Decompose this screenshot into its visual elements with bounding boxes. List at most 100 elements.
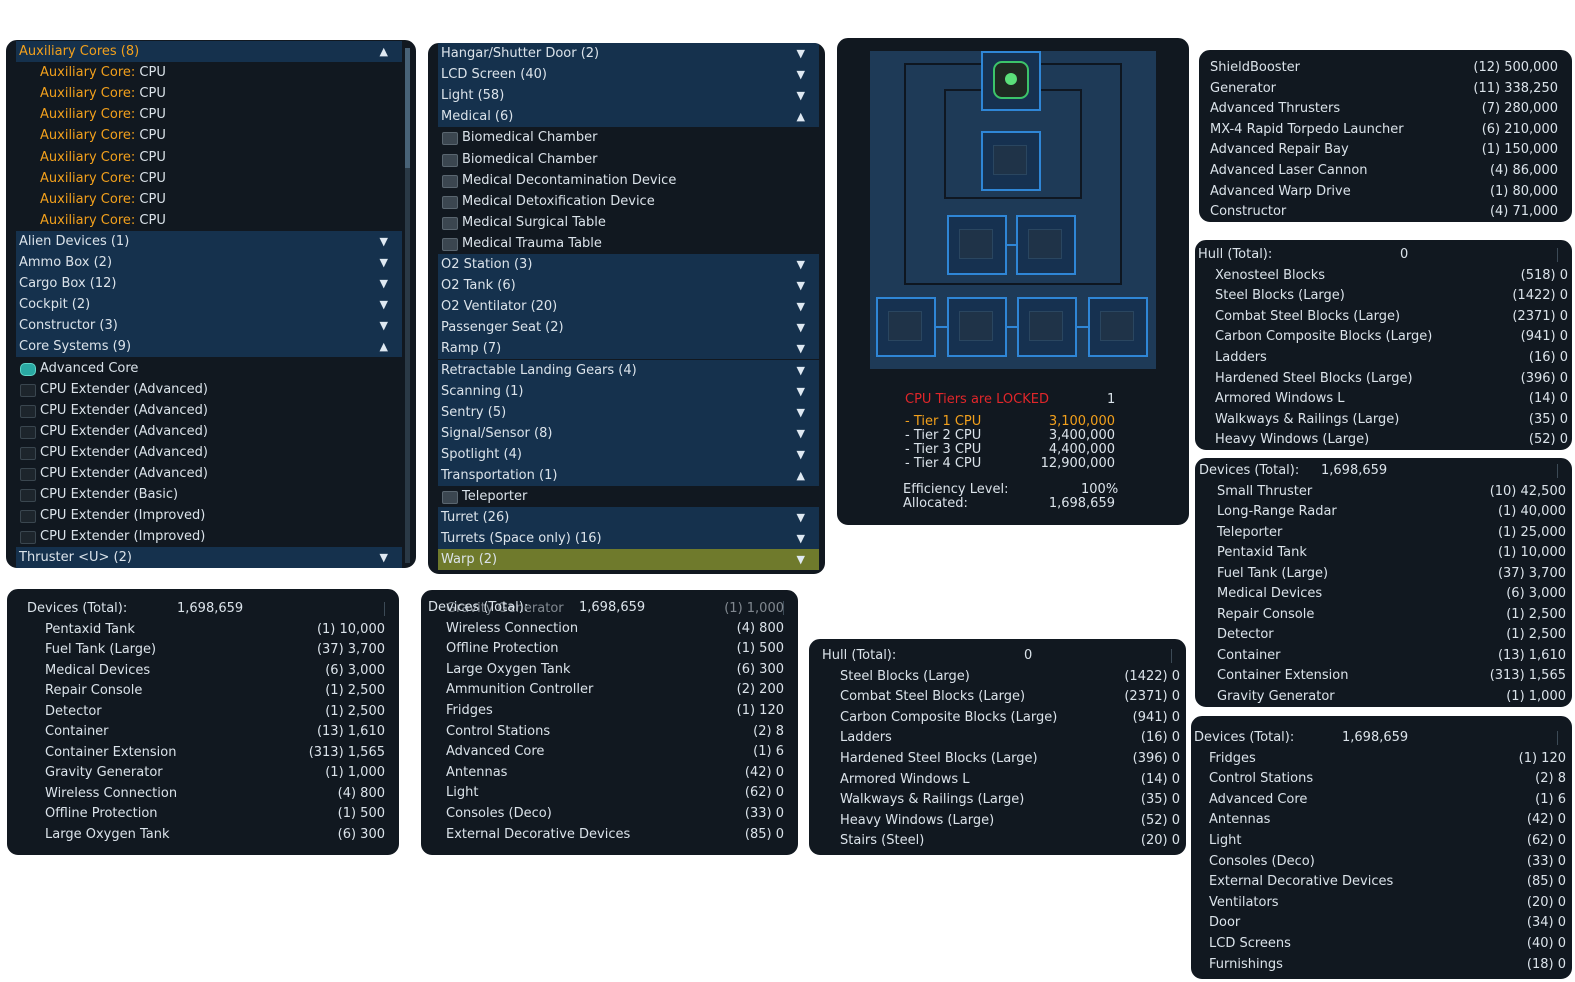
category-row[interactable]: Auxiliary Cores (8) ▲ [16, 41, 402, 62]
category-row[interactable]: Constructor (3) ▼ [16, 315, 402, 337]
expand-arrow-icon[interactable]: ▼ [797, 444, 805, 465]
expand-arrow-icon[interactable]: ▼ [797, 254, 805, 275]
list-item[interactable]: Biomedical Chamber [438, 149, 819, 170]
cpu-slot-tier3-c[interactable] [1017, 297, 1077, 357]
category-row[interactable]: Ramp (7) ▼ [438, 338, 819, 360]
stat-name: Consoles (Deco) [1209, 853, 1315, 869]
category-row[interactable]: Core Systems (9) ▲ [16, 336, 402, 358]
list-item[interactable]: Advanced Core [16, 358, 402, 379]
list-item[interactable]: Auxiliary Core: CPU [16, 125, 402, 146]
device-tree-panel-middle[interactable]: Hangar/Shutter Door (2) ▼ LCD Screen (40) ▼… [425, 40, 828, 577]
cpu-slot-tier2-b[interactable] [1016, 215, 1076, 275]
stat-value: (1) 120 [736, 703, 784, 718]
list-item[interactable]: CPU Extender (Advanced) [16, 400, 402, 421]
category-row[interactable]: Cargo Box (12) ▼ [16, 273, 402, 295]
list-item[interactable]: Teleporter [438, 486, 819, 507]
cpu-slot-grid [870, 51, 1156, 369]
expand-arrow-icon[interactable]: ▼ [797, 402, 805, 423]
category-row[interactable]: Turrets (Space only) (16) ▼ [438, 528, 819, 550]
cpu-core-slot[interactable] [981, 51, 1041, 111]
list-item[interactable]: CPU Extender (Advanced) [16, 421, 402, 442]
scrollbar-thumb[interactable] [405, 48, 410, 168]
device-tree-panel-left[interactable]: Auxiliary Cores (8) ▲ Auxiliary Core: CPU A… [3, 37, 419, 571]
category-row[interactable]: Thruster <U> (2) ▼ [16, 547, 402, 568]
collapse-arrow-icon[interactable]: ▲ [380, 336, 388, 357]
cpu-slot-tier2-a[interactable] [947, 215, 1007, 275]
expand-arrow-icon[interactable]: ▼ [797, 296, 805, 317]
cpu-tier-value: 12,900,000 [1040, 456, 1115, 471]
category-row[interactable]: Signal/Sensor (8) ▼ [438, 422, 819, 444]
expand-arrow-icon[interactable]: ▼ [797, 549, 805, 570]
stat-row: Pentaxid Tank (1) 10,000 [1195, 542, 1572, 563]
expand-arrow-icon[interactable]: ▼ [380, 547, 388, 568]
expand-arrow-icon[interactable]: ▼ [797, 317, 805, 338]
category-row[interactable]: Passenger Seat (2) ▼ [438, 317, 819, 339]
cpu-slot-tier3-d[interactable] [1088, 297, 1148, 357]
stat-name: Container Extension [45, 744, 177, 760]
list-item[interactable]: CPU Extender (Basic) [16, 484, 402, 505]
expand-arrow-icon[interactable]: ▼ [380, 252, 388, 273]
expand-arrow-icon[interactable]: ▼ [797, 43, 805, 64]
category-row[interactable]: Transportation (1) ▲ [438, 465, 819, 486]
category-row[interactable]: Ammo Box (2) ▼ [16, 252, 402, 273]
collapse-arrow-icon[interactable]: ▲ [797, 106, 805, 127]
cpu-slot-tier3-a[interactable] [876, 297, 936, 357]
category-row[interactable]: Scanning (1) ▼ [438, 380, 819, 402]
list-item[interactable]: Biomedical Chamber [438, 127, 819, 148]
list-item[interactable]: CPU Extender (Improved) [16, 526, 402, 547]
category-row[interactable]: Warp (2) ▼ [438, 549, 819, 571]
stat-name: Stairs (Steel) [840, 833, 925, 849]
cpu-slot-tier3-b[interactable] [947, 297, 1007, 357]
category-row[interactable]: Retractable Landing Gears (4) ▼ [438, 359, 819, 381]
stat-name: Container Extension [1217, 668, 1349, 683]
collapse-arrow-icon[interactable]: ▲ [380, 41, 388, 62]
expand-arrow-icon[interactable]: ▼ [797, 338, 805, 359]
expand-arrow-icon[interactable]: ▼ [797, 507, 805, 528]
list-item[interactable]: Auxiliary Core: CPU [16, 62, 402, 83]
aux-core-prefix: Auxiliary Core: [40, 191, 136, 207]
category-row[interactable]: Medical (6) ▲ [438, 106, 819, 128]
list-item[interactable]: CPU Extender (Improved) [16, 505, 402, 526]
category-label: Cockpit (2) [19, 297, 91, 313]
category-row[interactable]: Spotlight (4) ▼ [438, 443, 819, 465]
collapse-arrow-icon[interactable]: ▲ [797, 465, 805, 486]
stat-row: Offline Protection (1) 500 [421, 638, 798, 659]
category-row[interactable]: LCD Screen (40) ▼ [438, 64, 819, 86]
category-label: LCD Screen (40) [441, 67, 547, 83]
list-item[interactable]: CPU Extender (Advanced) [16, 463, 402, 484]
list-item[interactable]: Auxiliary Core: CPU [16, 147, 402, 168]
list-item[interactable]: Medical Decontamination Device [438, 170, 819, 191]
expand-arrow-icon[interactable]: ▼ [380, 273, 388, 294]
list-item[interactable]: Medical Surgical Table [438, 212, 819, 233]
category-row[interactable]: Cockpit (2) ▼ [16, 294, 402, 316]
advanced-core-icon [993, 61, 1029, 99]
category-row[interactable]: Turret (26) ▼ [438, 507, 819, 529]
list-item[interactable]: Auxiliary Core: CPU [16, 189, 402, 210]
expand-arrow-icon[interactable]: ▼ [797, 275, 805, 296]
category-row[interactable]: O2 Station (3) ▼ [438, 254, 819, 275]
expand-arrow-icon[interactable]: ▼ [380, 231, 388, 252]
expand-arrow-icon[interactable]: ▼ [797, 85, 805, 106]
expand-arrow-icon[interactable]: ▼ [797, 423, 805, 444]
list-item[interactable]: Auxiliary Core: CPU [16, 104, 402, 125]
category-row[interactable]: O2 Tank (6) ▼ [438, 275, 819, 297]
expand-arrow-icon[interactable]: ▼ [380, 315, 388, 336]
list-item[interactable]: CPU Extender (Advanced) [16, 379, 402, 400]
category-row[interactable]: Light (58) ▼ [438, 85, 819, 107]
list-item[interactable]: Medical Trauma Table [438, 233, 819, 254]
expand-arrow-icon[interactable]: ▼ [797, 360, 805, 381]
list-item[interactable]: CPU Extender (Advanced) [16, 442, 402, 463]
category-row[interactable]: Alien Devices (1) ▼ [16, 230, 402, 252]
list-item[interactable]: Auxiliary Core: CPU [16, 83, 402, 104]
category-row[interactable]: Sentry (5) ▼ [438, 401, 819, 423]
category-row[interactable]: O2 Ventilator (20) ▼ [438, 296, 819, 318]
expand-arrow-icon[interactable]: ▼ [380, 294, 388, 315]
expand-arrow-icon[interactable]: ▼ [797, 64, 805, 85]
cpu-slot-tier1[interactable] [981, 131, 1041, 191]
list-item[interactable]: Auxiliary Core: CPU [16, 210, 402, 231]
category-row[interactable]: Hangar/Shutter Door (2) ▼ [438, 43, 819, 64]
expand-arrow-icon[interactable]: ▼ [797, 528, 805, 549]
list-item[interactable]: Medical Detoxification Device [438, 191, 819, 212]
list-item[interactable]: Auxiliary Core: CPU [16, 168, 402, 189]
expand-arrow-icon[interactable]: ▼ [797, 381, 805, 402]
